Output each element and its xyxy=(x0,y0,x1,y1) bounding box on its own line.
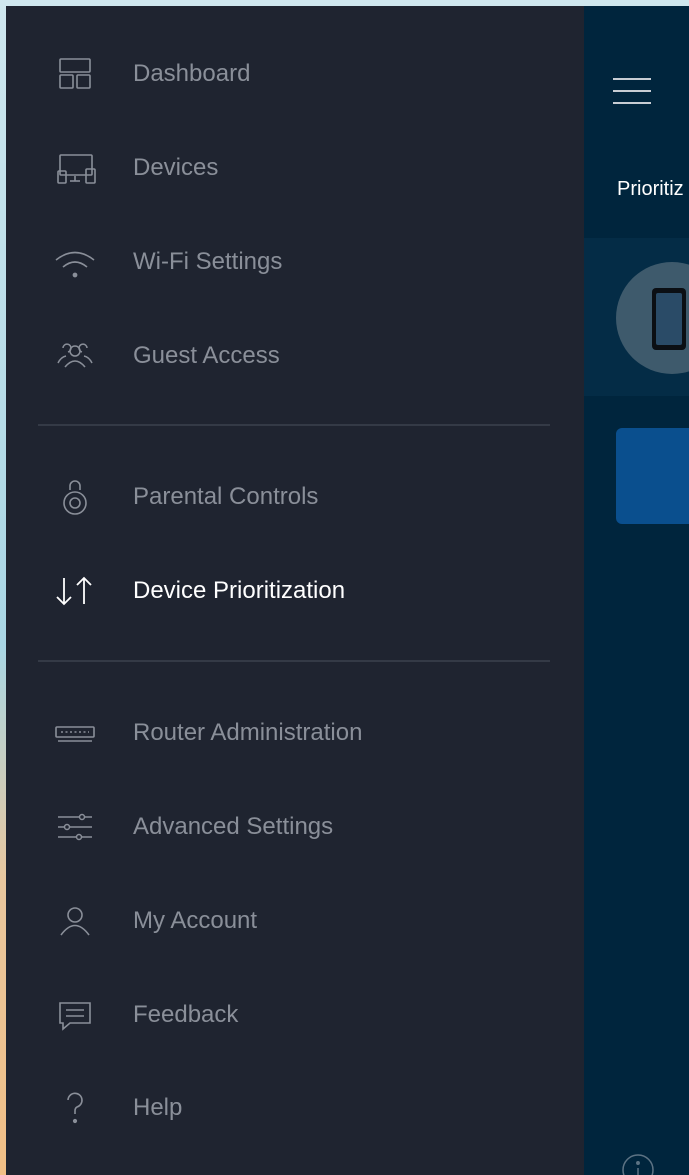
parental-controls-icon xyxy=(50,472,100,522)
account-icon xyxy=(50,896,100,946)
primary-action-button[interactable] xyxy=(616,428,689,524)
tablet-icon xyxy=(652,288,686,350)
sidebar-item-label: Device Prioritization xyxy=(133,577,346,604)
guest-access-icon xyxy=(50,331,100,381)
device-avatar xyxy=(616,262,689,374)
sidebar-item-my-account[interactable]: My Account xyxy=(6,891,584,951)
feedback-icon xyxy=(50,990,100,1040)
sidebar-item-router-administration[interactable]: Router Administration xyxy=(6,703,584,763)
sidebar-item-label: Parental Controls xyxy=(133,483,319,510)
main-panel: Prioritiz xyxy=(584,6,689,1175)
sidebar-item-label: Dashboard xyxy=(133,60,251,87)
sidebar-item-label: Router Administration xyxy=(133,719,363,746)
sidebar-item-guest-access[interactable]: Guest Access xyxy=(6,326,584,386)
sidebar-item-label: My Account xyxy=(133,907,258,934)
sidebar-item-label: Wi-Fi Settings xyxy=(133,248,283,275)
device-prioritization-icon xyxy=(50,566,100,616)
dashboard-icon xyxy=(50,49,100,99)
sidebar-item-advanced-settings[interactable]: Advanced Settings xyxy=(6,797,584,857)
sidebar-item-device-prioritization[interactable]: Device Prioritization xyxy=(6,561,584,621)
sidebar-item-label: Guest Access xyxy=(133,342,280,369)
sliders-icon xyxy=(50,802,100,852)
sidebar-item-parental-controls[interactable]: Parental Controls xyxy=(6,467,584,527)
sidebar-menu: Dashboard Devices Wi-Fi Settings Guest A… xyxy=(6,6,584,1175)
sidebar-item-label: Devices xyxy=(133,154,219,181)
router-icon xyxy=(50,708,100,758)
hamburger-menu-icon[interactable] xyxy=(613,78,651,106)
sidebar-item-feedback[interactable]: Feedback xyxy=(6,985,584,1045)
wifi-icon xyxy=(50,237,100,287)
sidebar-item-label: Feedback xyxy=(133,1001,239,1028)
app-window: Dashboard Devices Wi-Fi Settings Guest A… xyxy=(6,6,689,1175)
sidebar-item-help[interactable]: Help xyxy=(6,1078,584,1138)
sidebar-item-label: Advanced Settings xyxy=(133,813,334,840)
devices-icon xyxy=(50,143,100,193)
info-icon[interactable] xyxy=(621,1153,655,1175)
sidebar-item-wifi-settings[interactable]: Wi-Fi Settings xyxy=(6,232,584,292)
sidebar-divider xyxy=(38,424,550,426)
sidebar-item-devices[interactable]: Devices xyxy=(6,138,584,198)
sidebar-item-dashboard[interactable]: Dashboard xyxy=(6,44,584,104)
prioritized-device-card[interactable] xyxy=(584,238,689,396)
sidebar-divider xyxy=(38,660,550,662)
sidebar-item-label: Help xyxy=(133,1094,183,1121)
page-title: Prioritiz xyxy=(617,178,684,200)
help-icon xyxy=(50,1083,100,1133)
